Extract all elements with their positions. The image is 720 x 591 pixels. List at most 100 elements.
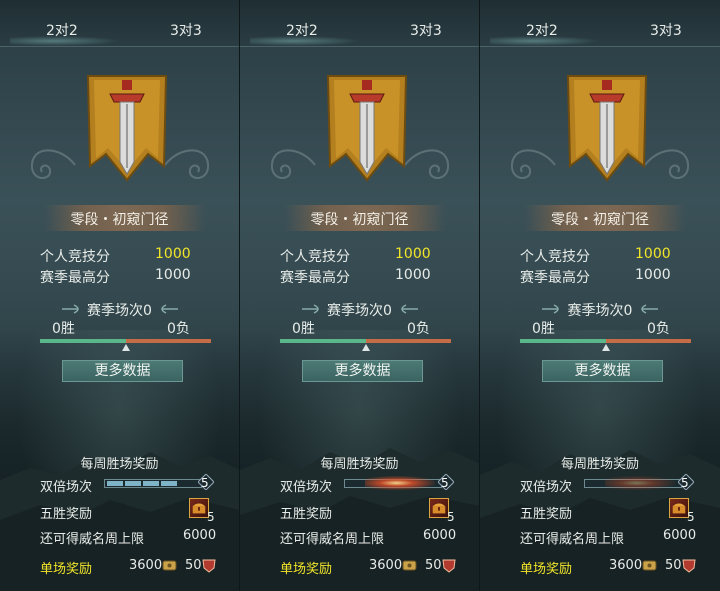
- stat-label: 个人竞技分: [520, 249, 590, 265]
- coin-icon: [402, 560, 417, 571]
- season-matches-title: 赛季场次0: [567, 303, 633, 319]
- season-matches-title: 赛季场次0: [87, 303, 152, 319]
- single-coin-value: 3600: [609, 558, 643, 573]
- losses-count: 0负: [167, 321, 190, 337]
- tab-2v2[interactable]: 2对2: [46, 20, 78, 40]
- arena-panel: 2对2 3对3 零段・初窥门径 个人竞技分 1000 赛季最高分 1000 赛季…: [480, 0, 720, 591]
- double-matches-bar: [584, 476, 682, 490]
- single-badge-value: 50: [185, 558, 202, 573]
- cap-value: 6000: [183, 528, 217, 543]
- coin-icon: [162, 560, 177, 571]
- shield-icon: [442, 559, 456, 573]
- five-win-count: 5: [687, 510, 695, 524]
- bar-flame-effect: [365, 476, 435, 490]
- double-matches-bar: [344, 476, 442, 490]
- win-portion: [40, 339, 126, 343]
- cap-label: 还可得威名周上限: [40, 532, 145, 547]
- stat-value: 1000: [395, 267, 431, 283]
- tab-2v2[interactable]: 2对2: [526, 20, 558, 40]
- tab-2v2[interactable]: 2对2: [286, 20, 318, 40]
- double-matches-label: 双倍场次: [280, 480, 333, 495]
- coin-icon: [642, 560, 657, 571]
- five-win-label: 五胜奖励: [40, 507, 93, 522]
- single-coin-value: 3600: [129, 558, 163, 573]
- sword-banner-icon: [86, 75, 168, 182]
- single-match-reward-label: 单场奖励: [280, 562, 333, 577]
- wins-count: 0胜: [292, 321, 315, 337]
- double-matches-value: 5: [681, 476, 689, 490]
- double-matches-segment: [161, 481, 177, 486]
- cloud-swirl-left-icon: [510, 149, 556, 179]
- win-loss-bar: [40, 339, 211, 343]
- cap-value: 6000: [663, 528, 697, 543]
- wins-count: 0胜: [52, 321, 75, 337]
- weekly-reward-title: 每周胜场奖励: [320, 457, 399, 472]
- sword-banner-icon: [566, 75, 648, 182]
- win-loss-marker: [121, 344, 130, 351]
- single-badge-value: 50: [665, 558, 682, 573]
- tab-3v3[interactable]: 3对3: [410, 20, 442, 40]
- losses-count: 0负: [407, 321, 430, 337]
- single-match-reward-label: 单场奖励: [40, 562, 93, 577]
- win-loss-marker: [361, 344, 370, 351]
- more-data-button[interactable]: 更多数据: [542, 360, 663, 382]
- five-win-count: 5: [207, 510, 215, 524]
- double-matches-bar: [104, 479, 202, 488]
- double-matches-segment: [125, 481, 141, 486]
- double-matches-segment: [107, 481, 123, 486]
- win-portion: [520, 339, 606, 343]
- season-matches-title: 赛季场次0: [327, 303, 392, 319]
- single-badge-value: 50: [425, 558, 442, 573]
- stat-value: 1000: [155, 246, 191, 262]
- stat-value: 1000: [635, 246, 671, 262]
- arena-panel: 2对2 3对3 零段・初窥门径 个人竞技分 1000 赛季最高分 1000 赛季…: [0, 0, 240, 591]
- win-portion: [280, 339, 366, 343]
- stat-value: 1000: [155, 267, 191, 283]
- win-loss-bar: [280, 339, 451, 343]
- stat-value: 1000: [395, 246, 431, 262]
- mode-tabs: 2对2 3对3: [480, 0, 720, 47]
- single-coin-value: 3600: [369, 558, 403, 573]
- losses-count: 0负: [647, 321, 670, 337]
- stat-label: 个人竞技分: [40, 249, 110, 265]
- double-matches-value: 5: [441, 476, 449, 490]
- mode-tabs: 2对2 3对3: [240, 0, 479, 47]
- treasure-chest-icon[interactable]: [189, 498, 209, 518]
- double-matches-label: 双倍场次: [40, 480, 93, 495]
- treasure-chest-icon[interactable]: [669, 498, 689, 518]
- win-loss-marker: [601, 344, 610, 351]
- mode-tabs: 2对2 3对3: [0, 0, 239, 47]
- cloud-swirl-left-icon: [270, 149, 316, 179]
- treasure-chest-icon[interactable]: [429, 498, 449, 518]
- double-matches-segment: [143, 481, 159, 486]
- shield-icon: [202, 559, 216, 573]
- double-matches-label: 双倍场次: [520, 480, 573, 495]
- stat-value: 1000: [635, 267, 671, 283]
- cap-value: 6000: [423, 528, 457, 543]
- cloud-swirl-left-icon: [30, 149, 76, 179]
- five-win-label: 五胜奖励: [280, 507, 333, 522]
- tab-3v3[interactable]: 3对3: [650, 20, 682, 40]
- arena-panel: 2对2 3对3 零段・初窥门径 个人竞技分 1000 赛季最高分 1000 赛季…: [240, 0, 480, 591]
- weekly-reward-title: 每周胜场奖励: [80, 457, 159, 472]
- more-data-button[interactable]: 更多数据: [62, 360, 183, 382]
- sword-banner-icon: [326, 75, 408, 182]
- cap-label: 还可得威名周上限: [280, 532, 385, 547]
- single-match-reward-label: 单场奖励: [520, 562, 573, 577]
- stat-label: 赛季最高分: [40, 270, 110, 286]
- double-matches-value: 5: [201, 476, 209, 490]
- wins-count: 0胜: [532, 321, 555, 337]
- weekly-reward-title: 每周胜场奖励: [560, 457, 639, 472]
- shield-icon: [682, 559, 696, 573]
- stat-label: 个人竞技分: [280, 249, 350, 265]
- five-win-count: 5: [447, 510, 455, 524]
- five-win-label: 五胜奖励: [520, 507, 573, 522]
- bar-flame-effect: [605, 476, 675, 490]
- arena-panels: 2对2 3对3 零段・初窥门径 个人竞技分 1000 赛季最高分 1000 赛季…: [0, 0, 720, 591]
- win-loss-bar: [520, 339, 691, 343]
- rank-title: 零段・初窥门径: [70, 212, 169, 228]
- tab-3v3[interactable]: 3对3: [170, 20, 202, 40]
- stat-label: 赛季最高分: [280, 270, 350, 286]
- cap-label: 还可得威名周上限: [520, 532, 625, 547]
- more-data-button[interactable]: 更多数据: [302, 360, 423, 382]
